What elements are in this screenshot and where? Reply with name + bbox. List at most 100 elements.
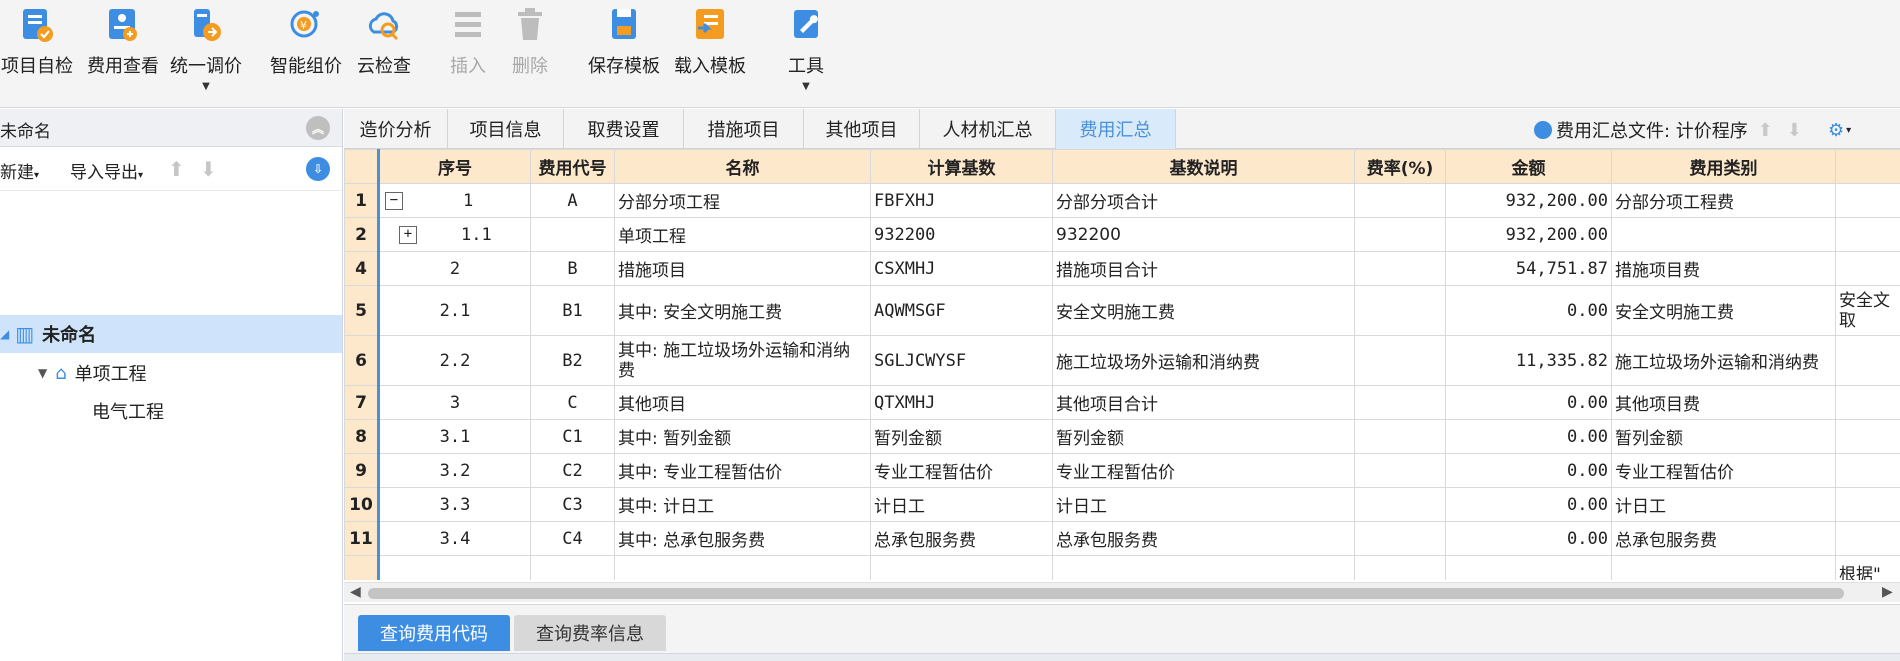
tree-expanded-icon[interactable]: ◢	[0, 327, 9, 341]
cloud-check-button[interactable]: 云检查	[354, 4, 414, 100]
cell-code[interactable]: B2	[530, 335, 615, 386]
cell-base-desc[interactable]: 安全文明施工费	[1052, 285, 1355, 336]
cell-seq[interactable]: 2.1	[378, 285, 531, 336]
cell-seq[interactable]: −1	[378, 183, 531, 218]
cell-base-desc[interactable]: 专业工程暂估价	[1052, 453, 1355, 488]
cell-amount[interactable]: 0.00	[1445, 419, 1612, 454]
cell-code[interactable]: C	[530, 385, 615, 420]
cell-base-desc[interactable]: 措施项目合计	[1052, 251, 1355, 286]
chevron-down-icon[interactable]: ▼	[802, 82, 810, 92]
cell-extra[interactable]	[1835, 251, 1900, 286]
cell-code[interactable]	[530, 555, 615, 580]
cell-name[interactable]: 其中: 施工垃圾场外运输和消纳费	[614, 335, 871, 386]
cell-name[interactable]: 其中: 暂列金额	[614, 419, 871, 454]
cell-name[interactable]: 其中: 安全文明施工费	[614, 285, 871, 336]
tree-expanded-icon[interactable]: ▼	[38, 366, 47, 380]
cell-name[interactable]: 分部分项工程	[614, 183, 871, 218]
col-header-name[interactable]: 名称	[614, 149, 871, 184]
cell-seq[interactable]: 3.2	[378, 453, 531, 488]
cell-amount[interactable]: 0.00	[1445, 385, 1612, 420]
cell-name[interactable]: 其中: 专业工程暂估价	[614, 453, 871, 488]
cell-base-desc[interactable]	[1052, 555, 1355, 580]
cell-extra[interactable]	[1835, 217, 1900, 252]
cell-code[interactable]	[530, 217, 615, 252]
self-check-button[interactable]: 项目自检	[0, 4, 74, 100]
move-down-icon[interactable]: ⬇	[1787, 120, 1802, 141]
cell-name[interactable]: 措施项目	[614, 251, 871, 286]
cell-base[interactable]: AQWMSGF	[870, 285, 1053, 336]
cell-category[interactable]: 专业工程暂估价	[1611, 453, 1836, 488]
move-up-icon[interactable]: ⬆	[168, 157, 185, 181]
tab-measures[interactable]: 措施项目	[684, 109, 804, 149]
scroll-right-icon[interactable]: ▶	[1882, 584, 1893, 600]
cell-amount[interactable]: 0.00	[1445, 521, 1612, 556]
cell-category[interactable]: 分部分项工程费	[1611, 183, 1836, 218]
scrollbar-thumb[interactable]	[368, 588, 1844, 599]
cell-base-desc[interactable]: 施工垃圾场外运输和消纳费	[1052, 335, 1355, 386]
cell-base[interactable]: SGLJCWYSF	[870, 335, 1053, 386]
cell-rate[interactable]	[1354, 335, 1446, 386]
col-header-amount[interactable]: 金额	[1445, 149, 1612, 184]
cell-base-desc[interactable]: 暂列金额	[1052, 419, 1355, 454]
cell-amount[interactable]: 0.00	[1445, 453, 1612, 488]
table-row[interactable]: 9 3.2 C2 其中: 专业工程暂估价 专业工程暂估价 专业工程暂估价 0.00 专业工程暂…	[344, 453, 1900, 488]
cell-rate[interactable]	[1354, 251, 1446, 286]
cell-rate[interactable]	[1354, 555, 1446, 580]
cell-code[interactable]: C4	[530, 521, 615, 556]
save-template-button[interactable]: 保存模板	[586, 4, 662, 100]
cell-name[interactable]: 单项工程	[614, 217, 871, 252]
tab-fee-settings[interactable]: 取费设置	[564, 109, 684, 149]
tab-project-info[interactable]: 项目信息	[448, 109, 564, 149]
settings-icon[interactable]: ⚙	[1828, 120, 1844, 141]
cell-base[interactable]: QTXMHJ	[870, 385, 1053, 420]
cell-base[interactable]: 932200	[870, 217, 1053, 252]
cell-amount[interactable]: 0.00	[1445, 285, 1612, 336]
chevron-down-icon[interactable]: ▼	[202, 82, 210, 92]
download-icon[interactable]: ⇩	[306, 157, 330, 181]
cell-code[interactable]: C3	[530, 487, 615, 522]
cost-view-button[interactable]: 费用查看	[84, 4, 162, 100]
collapse-panel-icon[interactable]: ︽	[306, 116, 330, 140]
cell-extra[interactable]: 安全文 取	[1835, 285, 1900, 336]
cell-category[interactable]: 措施项目费	[1611, 251, 1836, 286]
table-row[interactable]: 10 3.3 C3 其中: 计日工 计日工 计日工 0.00 计日工	[344, 487, 1900, 522]
cell-code[interactable]: B	[530, 251, 615, 286]
tab-cost-summary[interactable]: 费用汇总	[1056, 109, 1176, 149]
horizontal-scrollbar[interactable]: ◀ ▶	[344, 582, 1900, 602]
cell-category[interactable]: 安全文明施工费	[1611, 285, 1836, 336]
tab-query-rate-info[interactable]: 查询费率信息	[514, 615, 666, 651]
table-row[interactable]: 根据"	[344, 555, 1900, 580]
table-row[interactable]: 5 2.1 B1 其中: 安全文明施工费 AQWMSGF 安全文明施工费 0.00 安全文明施…	[344, 285, 1900, 336]
tab-labor-material-summary[interactable]: 人材机汇总	[920, 109, 1056, 149]
tree-item-single-project[interactable]: ▼ ⌂ 单项工程	[0, 354, 342, 392]
table-row[interactable]: 6 2.2 B2 其中: 施工垃圾场外运输和消纳费 SGLJCWYSF 施工垃圾场外运输和…	[344, 335, 1900, 386]
cell-extra[interactable]	[1835, 419, 1900, 454]
collapse-row-icon[interactable]: −	[385, 191, 403, 210]
move-down-icon[interactable]: ⬇	[200, 157, 217, 181]
table-row[interactable]: 8 3.1 C1 其中: 暂列金额 暂列金额 暂列金额 0.00 暂列金额	[344, 419, 1900, 454]
table-row[interactable]: 11 3.4 C4 其中: 总承包服务费 总承包服务费 总承包服务费 0.00 总承包服务费	[344, 521, 1900, 556]
cell-category[interactable]: 暂列金额	[1611, 419, 1836, 454]
cell-base-desc[interactable]: 计日工	[1052, 487, 1355, 522]
cell-base-desc[interactable]: 932200	[1052, 217, 1355, 252]
cell-seq[interactable]: 3.4	[378, 521, 531, 556]
cell-base[interactable]: 专业工程暂估价	[870, 453, 1053, 488]
cell-base[interactable]	[870, 555, 1053, 580]
tab-query-fee-code[interactable]: 查询费用代码	[358, 615, 510, 651]
load-template-button[interactable]: 载入模板	[672, 4, 748, 100]
cell-code[interactable]: C1	[530, 419, 615, 454]
cell-amount[interactable]	[1445, 555, 1612, 580]
tools-button[interactable]: 工具 ▼	[782, 4, 830, 100]
cell-amount[interactable]: 54,751.87	[1445, 251, 1612, 286]
chevron-down-icon[interactable]: ▾	[1846, 125, 1851, 136]
cell-rate[interactable]	[1354, 419, 1446, 454]
cell-amount[interactable]: 932,200.00	[1445, 217, 1612, 252]
cell-name[interactable]: 其中: 总承包服务费	[614, 521, 871, 556]
cell-seq[interactable]: 3.3	[378, 487, 531, 522]
smart-pricing-button[interactable]: ¥ 智能组价	[268, 4, 344, 100]
move-up-icon[interactable]: ⬆	[1758, 120, 1773, 141]
table-row[interactable]: 1−1 A 分部分项工程 FBFXHJ 分部分项合计 932,200.00 分部分项工程费	[344, 183, 1900, 218]
cell-base-desc[interactable]: 总承包服务费	[1052, 521, 1355, 556]
unified-price-button[interactable]: 统一调价 ▼	[168, 4, 244, 100]
table-row[interactable]: 7 3 C 其他项目 QTXMHJ 其他项目合计 0.00 其他项目费	[344, 385, 1900, 420]
